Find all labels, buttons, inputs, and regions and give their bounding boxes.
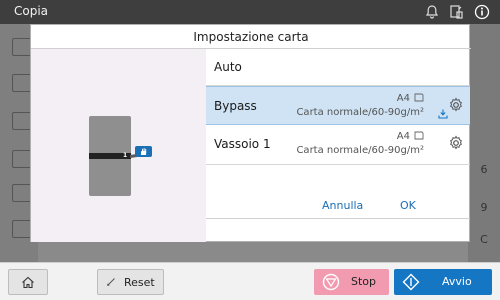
status-bar: Copia: [0, 0, 500, 24]
info-icon[interactable]: [472, 2, 492, 22]
bg-function-icon: [12, 184, 32, 202]
option-label: Auto: [214, 60, 242, 74]
bg-function-icon: [12, 38, 32, 56]
paper-option-tray-1[interactable]: Vassoio 1 A4 Carta normale/60-90g/m²: [206, 125, 470, 165]
paper-load-icon: [438, 109, 448, 119]
reset-label: Reset: [124, 276, 155, 289]
printer-preview: 1: [31, 49, 206, 242]
stop-button[interactable]: Stop: [314, 269, 389, 295]
cancel-button[interactable]: Annulla: [322, 199, 363, 212]
bg-function-icon: [12, 74, 32, 92]
background-keypad: 6 9 C: [468, 24, 500, 262]
reset-icon: [107, 278, 115, 286]
option-label: Vassoio 1: [214, 137, 271, 151]
bg-key: 6: [480, 163, 488, 176]
gear-icon[interactable]: [448, 97, 464, 113]
bg-key: C: [480, 233, 488, 246]
portrait-orientation-icon: [414, 131, 424, 140]
dialog-footer: [206, 218, 470, 242]
option-label: Bypass: [214, 99, 257, 113]
tray-number: 1: [123, 152, 128, 159]
bg-function-icon: [12, 220, 32, 238]
paper-type: Carta normale/60-90g/m²: [296, 145, 424, 156]
stop-label: Stop: [351, 275, 377, 288]
paper-size: A4: [396, 131, 410, 142]
bg-key: 9: [480, 201, 488, 214]
bg-function-icon: [12, 150, 32, 168]
bell-icon[interactable]: [422, 2, 442, 22]
paper-option-auto[interactable]: Auto: [206, 49, 470, 86]
paper-source-list: Auto Bypass A4 Carta normale/60-90g/m² V…: [206, 49, 470, 242]
reset-button[interactable]: Reset: [97, 269, 164, 295]
start-button[interactable]: Avvio: [394, 269, 492, 295]
stop-icon: [322, 273, 340, 291]
paper-type: Carta normale/60-90g/m²: [296, 107, 424, 118]
bg-function-icon: [12, 112, 32, 130]
device-status-icon[interactable]: [446, 2, 466, 22]
portrait-orientation-icon: [414, 93, 424, 102]
dialog-title: Impostazione carta: [31, 25, 471, 49]
ok-button[interactable]: OK: [400, 199, 416, 212]
paper-size: A4: [396, 93, 410, 104]
hand-icon: [135, 146, 152, 157]
gear-icon[interactable]: [448, 135, 464, 151]
app-title: Copia: [14, 4, 49, 18]
start-label: Avvio: [442, 275, 472, 288]
paper-option-bypass[interactable]: Bypass A4 Carta normale/60-90g/m²: [206, 86, 470, 125]
home-button[interactable]: [8, 269, 48, 295]
home-icon: [22, 276, 34, 288]
start-icon: [402, 273, 420, 291]
